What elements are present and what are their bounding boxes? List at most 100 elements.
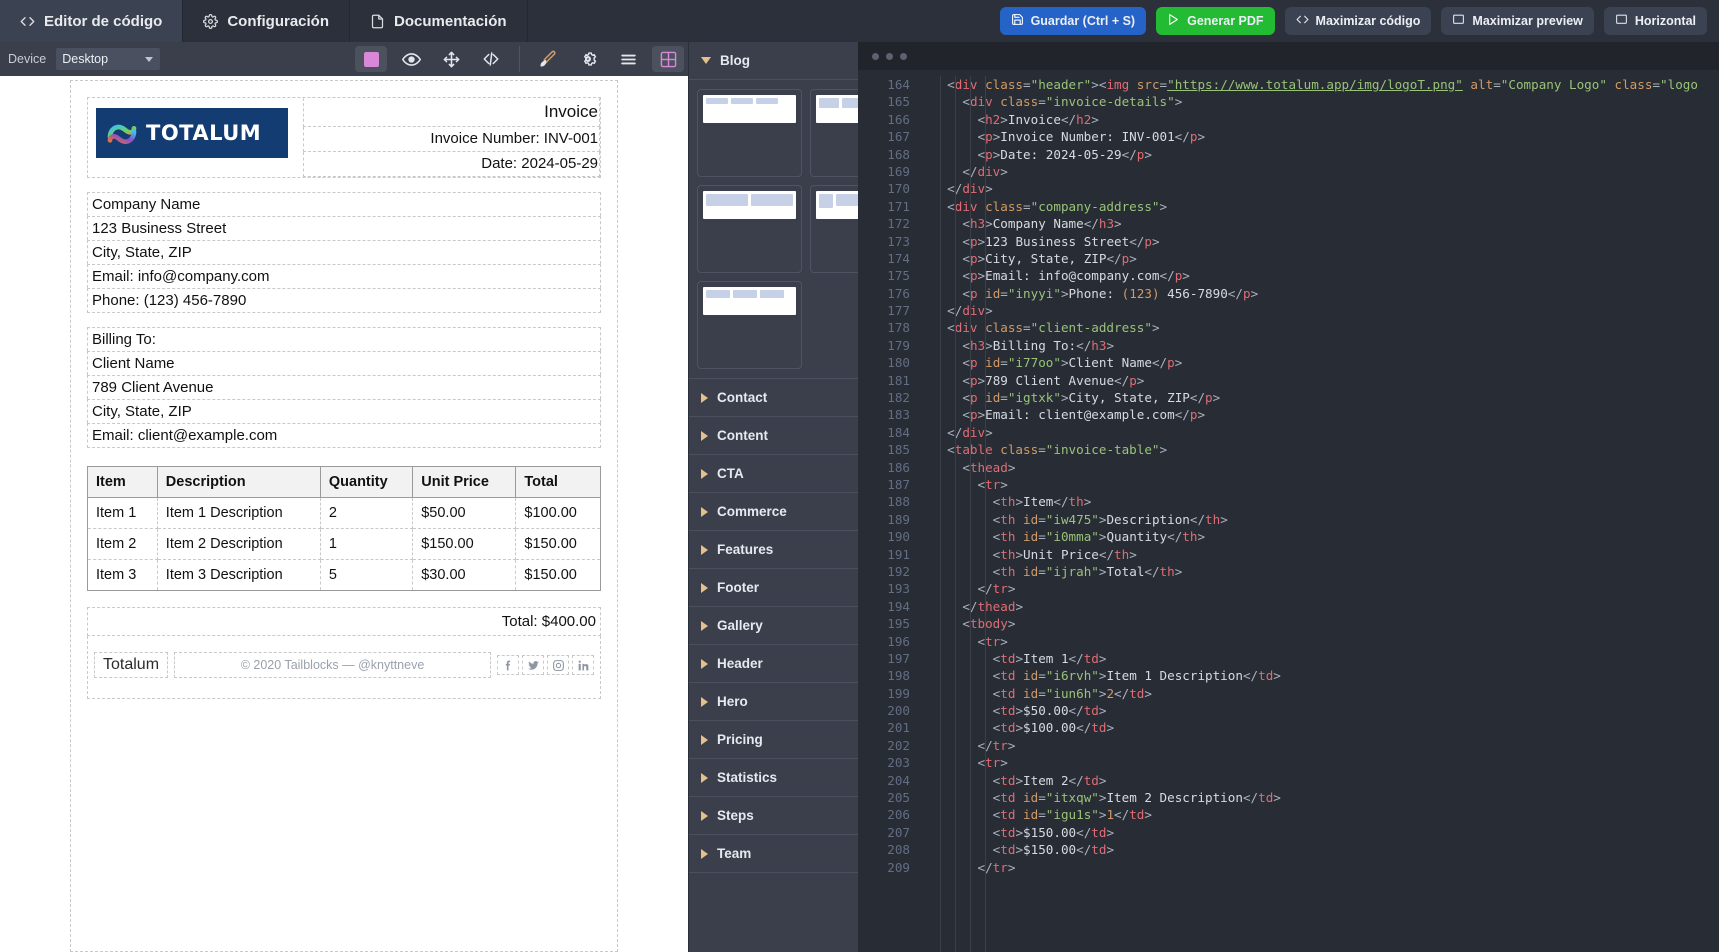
code-line[interactable]: <td>$100.00</td> xyxy=(932,719,1719,736)
code-line[interactable]: <p>Email: info@company.com</p> xyxy=(932,267,1719,284)
logo-container: TOTALUM xyxy=(88,98,303,177)
code-line[interactable]: <td>$50.00</td> xyxy=(932,702,1719,719)
code-line[interactable]: </tr> xyxy=(932,859,1719,876)
blocks-section-content[interactable]: Content xyxy=(689,417,858,455)
grid-icon[interactable] xyxy=(652,46,684,72)
code-line[interactable]: <td id="i6rvh">Item 1 Description</td> xyxy=(932,667,1719,684)
move-icon[interactable] xyxy=(435,46,467,72)
code-line[interactable]: <h3>Billing To:</h3> xyxy=(932,337,1719,354)
save-button[interactable]: Guardar (Ctrl + S) xyxy=(999,7,1147,35)
tab-configuracion[interactable]: Configuración xyxy=(183,0,351,42)
code-line[interactable]: <p id="i77oo">Client Name</p> xyxy=(932,354,1719,371)
code-line[interactable]: <p>Invoice Number: INV-001</p> xyxy=(932,128,1719,145)
hamburger-icon[interactable] xyxy=(612,46,644,72)
twitter-icon[interactable] xyxy=(522,655,544,675)
code-line[interactable]: <td>$150.00</td> xyxy=(932,841,1719,858)
blocks-section-statistics[interactable]: Statistics xyxy=(689,759,858,797)
code-line[interactable]: <div class="header"><img src="https://ww… xyxy=(932,76,1719,93)
linkedin-icon[interactable] xyxy=(572,655,594,675)
code-line[interactable]: <table class="invoice-table"> xyxy=(932,441,1719,458)
code-line[interactable]: <tr> xyxy=(932,476,1719,493)
code-line[interactable]: <div class="invoice-details"> xyxy=(932,93,1719,110)
eye-icon[interactable] xyxy=(395,46,427,72)
horizontal-layout-button[interactable]: Horizontal xyxy=(1603,7,1707,35)
code-line[interactable]: <p>123 Business Street</p> xyxy=(932,233,1719,250)
code-line[interactable]: <div class="client-address"> xyxy=(932,319,1719,336)
maximize-code-button[interactable]: Maximizar código xyxy=(1284,7,1432,35)
preview-canvas[interactable]: TOTALUM Invoice Invoice Number: INV-001 … xyxy=(0,76,688,952)
code-line[interactable]: <td>$150.00</td> xyxy=(932,824,1719,841)
code-line[interactable]: </div> xyxy=(932,302,1719,319)
maximize-preview-button[interactable]: Maximizar preview xyxy=(1441,7,1594,35)
blocks-section-blog[interactable]: Blog xyxy=(689,42,858,80)
blocks-section-steps[interactable]: Steps xyxy=(689,797,858,835)
code-line[interactable]: </tr> xyxy=(932,737,1719,754)
code-line[interactable]: <h3>Company Name</h3> xyxy=(932,215,1719,232)
code-line[interactable]: <th id="ijrah">Total</th> xyxy=(932,563,1719,580)
block-thumbnail-card[interactable] xyxy=(697,185,802,273)
code-line[interactable]: <td>Item 2</td> xyxy=(932,772,1719,789)
code-line[interactable]: <div class="company-address"> xyxy=(932,198,1719,215)
block-thumbnail-card[interactable] xyxy=(697,281,802,369)
block-thumbnail-card[interactable] xyxy=(810,89,858,177)
code-line[interactable]: <tr> xyxy=(932,754,1719,771)
topbar-actions: Guardar (Ctrl + S) Generar PDF Maximizar… xyxy=(999,0,1719,42)
code-line[interactable]: <th id="iw475">Description</th> xyxy=(932,511,1719,528)
code-line[interactable]: <p>Email: client@example.com</p> xyxy=(932,406,1719,423)
blocks-section-cta[interactable]: CTA xyxy=(689,455,858,493)
code-line[interactable]: <th>Unit Price</th> xyxy=(932,546,1719,563)
blocks-section-header[interactable]: Header xyxy=(689,645,858,683)
code-line[interactable]: </thead> xyxy=(932,598,1719,615)
code-lines[interactable]: <div class="header"><img src="https://ww… xyxy=(920,70,1719,952)
code-line[interactable]: </tr> xyxy=(932,580,1719,597)
block-thumbnail-card[interactable] xyxy=(697,89,802,177)
code-line[interactable]: <td id="iun6h">2</td> xyxy=(932,685,1719,702)
code-line[interactable]: <td id="igu1s">1</td> xyxy=(932,806,1719,823)
code-line[interactable]: </div> xyxy=(932,424,1719,441)
block-thumbnail-card[interactable] xyxy=(810,185,858,273)
code-line[interactable]: <tr> xyxy=(932,633,1719,650)
facebook-icon[interactable] xyxy=(497,655,519,675)
code-token: Item 1 Description xyxy=(1106,668,1243,684)
blocks-section-features[interactable]: Features xyxy=(689,531,858,569)
code-token: h3 xyxy=(1098,216,1115,232)
code-token: > xyxy=(985,216,993,232)
code-icon[interactable] xyxy=(475,46,507,72)
gear-icon[interactable] xyxy=(572,46,604,72)
device-label: Device xyxy=(8,52,47,66)
code-line[interactable]: <th>Item</th> xyxy=(932,493,1719,510)
code-line[interactable]: <tbody> xyxy=(932,615,1719,632)
code-line[interactable]: <td id="itxqw">Item 2 Description</td> xyxy=(932,789,1719,806)
code-line[interactable]: <td>Item 1</td> xyxy=(932,650,1719,667)
blocks-section-hero[interactable]: Hero xyxy=(689,683,858,721)
code-line[interactable]: <p>Date: 2024-05-29</p> xyxy=(932,146,1719,163)
blocks-section-team[interactable]: Team xyxy=(689,835,858,873)
tab-documentacion[interactable]: Documentación xyxy=(350,0,528,42)
code-token: 456-7890 xyxy=(1159,285,1228,301)
blocks-panel[interactable]: Blog Contact Content CTA Commerce Features Fo… xyxy=(688,42,858,952)
generate-pdf-button[interactable]: Generar PDF xyxy=(1156,7,1275,35)
save-button-label: Guardar (Ctrl + S) xyxy=(1030,14,1136,28)
blocks-section-footer[interactable]: Footer xyxy=(689,569,858,607)
blocks-section-contact[interactable]: Contact xyxy=(689,379,858,417)
tab-editor-de-codigo[interactable]: Editor de código xyxy=(0,0,184,42)
instagram-icon[interactable] xyxy=(547,655,569,675)
brush-icon[interactable] xyxy=(532,46,564,72)
code-line[interactable]: </div> xyxy=(932,163,1719,180)
code-line[interactable]: <p id="igtxk">City, State, ZIP</p> xyxy=(932,389,1719,406)
code-line[interactable]: <h2>Invoice</h2> xyxy=(932,111,1719,128)
code-line[interactable]: </div> xyxy=(932,180,1719,197)
code-line[interactable]: <p>789 Client Avenue</p> xyxy=(932,372,1719,389)
app-root: Editor de código Configuración Documenta… xyxy=(0,0,1719,952)
code-area[interactable]: 164 165 166 167 168 169 170 171 172 173 174 175 176 1… xyxy=(858,70,1719,952)
code-line[interactable]: <p id="inyyi">Phone: (123) 456-7890</p> xyxy=(932,285,1719,302)
color-swatch-icon[interactable] xyxy=(355,46,387,72)
blocks-section-gallery[interactable]: Gallery xyxy=(689,607,858,645)
gear-icon xyxy=(203,13,219,29)
blocks-section-commerce[interactable]: Commerce xyxy=(689,493,858,531)
code-line[interactable]: <p>City, State, ZIP</p> xyxy=(932,250,1719,267)
blocks-section-pricing[interactable]: Pricing xyxy=(689,721,858,759)
code-line[interactable]: <thead> xyxy=(932,459,1719,476)
code-line[interactable]: <th id="i0mma">Quantity</th> xyxy=(932,528,1719,545)
device-select[interactable]: Desktop xyxy=(56,48,161,70)
